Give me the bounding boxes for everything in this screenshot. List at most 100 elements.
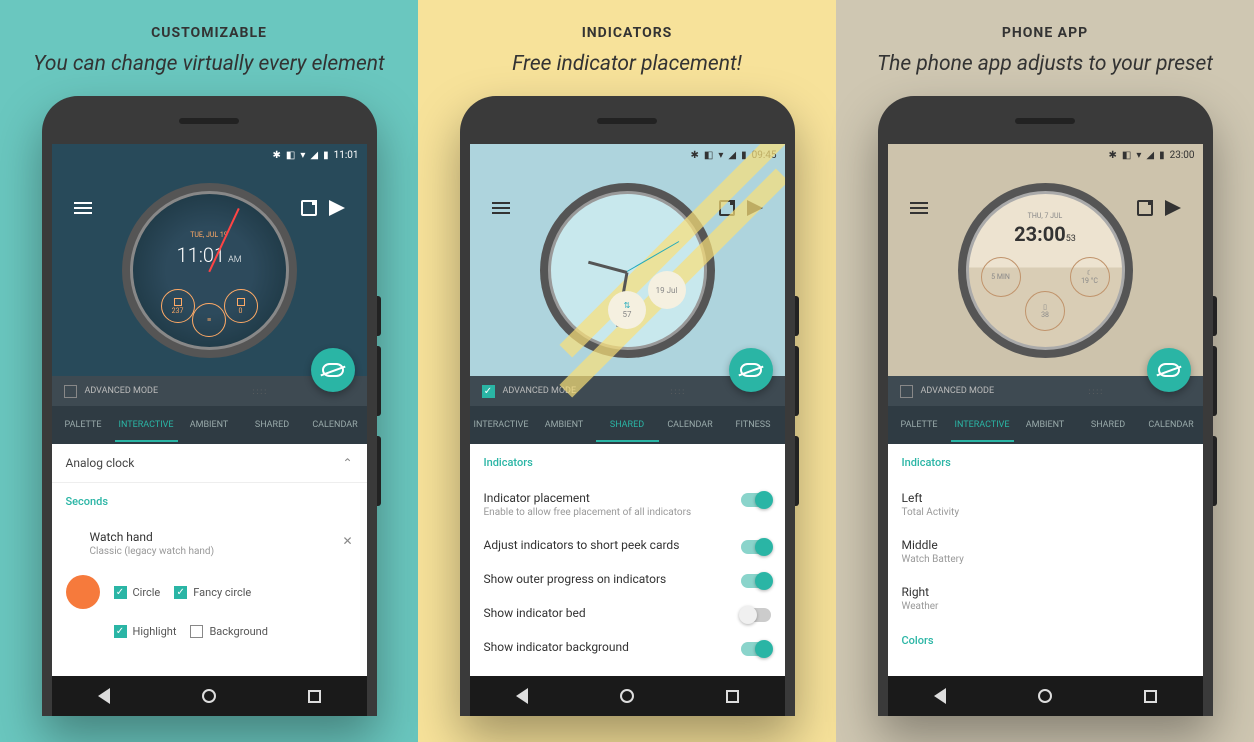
visibility-fab[interactable]	[729, 348, 773, 392]
middle-ring: ▯38	[1025, 291, 1065, 331]
status-time: 11:01	[334, 150, 359, 161]
panel-subtitle: Free indicator placement!	[512, 51, 742, 78]
tab-ambient[interactable]: AMBIENT	[1014, 408, 1077, 442]
advanced-checkbox[interactable]: ✓	[482, 385, 495, 398]
nav-recent-icon[interactable]	[1144, 690, 1157, 703]
nav-back-icon[interactable]	[516, 688, 528, 704]
tab-calendar[interactable]: CALENDAR	[304, 408, 367, 442]
tab-ambient[interactable]: AMBIENT	[533, 408, 596, 442]
panel-title: PHONE APP	[1002, 25, 1088, 41]
watch-date: TUE, JUL 19	[190, 231, 228, 239]
tab-ambient[interactable]: AMBIENT	[178, 408, 241, 442]
content-pane: Indicators Left Total Activity Middle Wa…	[888, 444, 1203, 676]
color-swatch[interactable]	[66, 575, 100, 609]
tab-interactive[interactable]: INTERACTIVE	[115, 408, 178, 442]
toggle-switch[interactable]	[741, 493, 771, 507]
phone-mock: ✱ ◧ ▾ ◢ ▮ 23:00 THU, 7 JUL 23:0053	[878, 96, 1213, 716]
signal-icon: ◢	[1146, 150, 1154, 161]
tab-interactive[interactable]: INTERACTIVE	[951, 408, 1014, 442]
watch-preview: THU, 7 JUL 23:0053 5 MIN ☾19 °C ▯38	[958, 183, 1133, 358]
panel-title: INDICATORS	[582, 25, 673, 41]
save-icon[interactable]	[301, 200, 317, 216]
nav-home-icon[interactable]	[202, 689, 216, 703]
nav-back-icon[interactable]	[98, 688, 110, 704]
bluetooth-icon: ✱	[1109, 150, 1117, 161]
visibility-fab[interactable]	[311, 348, 355, 392]
watch-preview: TUE, JUL 19 11:01AM 237 0 ≡	[122, 183, 297, 358]
cb-circle[interactable]: ✓Circle	[114, 586, 161, 599]
tab-calendar[interactable]: CALENDAR	[659, 408, 722, 442]
send-icon[interactable]	[329, 200, 345, 216]
cb-fancy-circle[interactable]: ✓Fancy circle	[174, 586, 251, 599]
menu-icon[interactable]	[910, 199, 928, 217]
tab-shared[interactable]: SHARED	[241, 408, 304, 442]
wifi-icon: ▾	[300, 150, 305, 161]
tab-calendar[interactable]: CALENDAR	[1140, 408, 1203, 442]
phone-mock: ✱ ◧ ▾ ◢ ▮ 11:01 TUE, JUL 19 11:01AM	[42, 96, 377, 716]
send-icon[interactable]	[1165, 200, 1181, 216]
steps-bubble: ⇅57	[608, 291, 646, 329]
vibrate-icon: ◧	[1122, 150, 1131, 161]
tab-shared[interactable]: SHARED	[596, 408, 659, 442]
panel-indicators: INDICATORS Free indicator placement! ✱ ◧…	[418, 0, 836, 742]
nav-bar	[470, 676, 785, 716]
status-bar: ✱ ◧ ▾ ◢ ▮ 09:45	[470, 144, 785, 166]
eye-off-icon	[740, 363, 762, 377]
panel-customizable: CUSTOMIZABLE You can change virtually ev…	[0, 0, 418, 742]
visibility-fab[interactable]	[1147, 348, 1191, 392]
section-colors: Colors	[888, 622, 1203, 659]
tab-palette[interactable]: PALETTE	[52, 408, 115, 442]
clear-icon[interactable]: ✕	[342, 534, 352, 548]
advanced-checkbox[interactable]	[900, 385, 913, 398]
status-bar: ✱ ◧ ▾ ◢ ▮ 11:01	[52, 144, 367, 166]
row-right[interactable]: Right Weather	[888, 575, 1203, 622]
row-indicator-placement[interactable]: Indicator placement Enable to allow free…	[470, 481, 785, 528]
eye-off-icon	[1158, 363, 1180, 377]
steps-dial: 237	[161, 289, 195, 323]
row-watch-hand[interactable]: Watch hand Classic (legacy watch hand) ✕	[52, 520, 367, 567]
nav-recent-icon[interactable]	[308, 690, 321, 703]
row-middle[interactable]: Middle Watch Battery	[888, 528, 1203, 575]
row-adjust-peek[interactable]: Adjust indicators to short peek cards	[470, 528, 785, 562]
left-ring: 5 MIN	[981, 257, 1021, 297]
expand-analog-clock[interactable]: Analog clock⌃	[52, 444, 367, 483]
toggle-switch[interactable]	[741, 608, 771, 622]
watch-time: 11:01AM	[177, 243, 242, 267]
vibrate-icon: ◧	[704, 150, 713, 161]
cb-background[interactable]: Background	[190, 625, 267, 638]
watch-preview: ⇅57 19 Jul	[540, 183, 715, 358]
row-outer-progress[interactable]: Show outer progress on indicators	[470, 562, 785, 596]
row-indicator-bed[interactable]: Show indicator bed	[470, 596, 785, 630]
status-time: 23:00	[1170, 150, 1195, 161]
row-indicator-bg[interactable]: Show indicator background	[470, 630, 785, 664]
toggle-switch[interactable]	[741, 540, 771, 554]
toggle-switch[interactable]	[741, 574, 771, 588]
wifi-icon: ▾	[718, 150, 723, 161]
save-icon[interactable]	[1137, 200, 1153, 216]
cb-highlight[interactable]: ✓Highlight	[114, 625, 177, 638]
content-pane: Indicators Indicator placement Enable to…	[470, 444, 785, 676]
nav-home-icon[interactable]	[1038, 689, 1052, 703]
tab-palette[interactable]: PALETTE	[888, 408, 951, 442]
tab-bar: PALETTE INTERACTIVE AMBIENT SHARED CALEN…	[52, 406, 367, 444]
status-bar: ✱ ◧ ▾ ◢ ▮ 23:00	[888, 144, 1203, 166]
tab-fitness[interactable]: FITNESS	[722, 408, 785, 442]
nav-home-icon[interactable]	[620, 689, 634, 703]
battery-icon: ▮	[323, 150, 329, 161]
tab-bar: PALETTE INTERACTIVE AMBIENT SHARED CALEN…	[888, 406, 1203, 444]
eye-off-icon	[322, 363, 344, 377]
bluetooth-icon: ✱	[273, 150, 281, 161]
section-seconds: Seconds	[52, 483, 367, 520]
nav-recent-icon[interactable]	[726, 690, 739, 703]
toggle-switch[interactable]	[741, 642, 771, 656]
tab-interactive[interactable]: INTERACTIVE	[470, 408, 533, 442]
nav-bar	[52, 676, 367, 716]
advanced-checkbox[interactable]	[64, 385, 77, 398]
menu-icon[interactable]	[74, 199, 92, 217]
section-indicators: Indicators	[888, 444, 1203, 481]
row-left[interactable]: Left Total Activity	[888, 481, 1203, 528]
nav-back-icon[interactable]	[934, 688, 946, 704]
nav-bar	[888, 676, 1203, 716]
menu-icon[interactable]	[492, 199, 510, 217]
tab-shared[interactable]: SHARED	[1077, 408, 1140, 442]
